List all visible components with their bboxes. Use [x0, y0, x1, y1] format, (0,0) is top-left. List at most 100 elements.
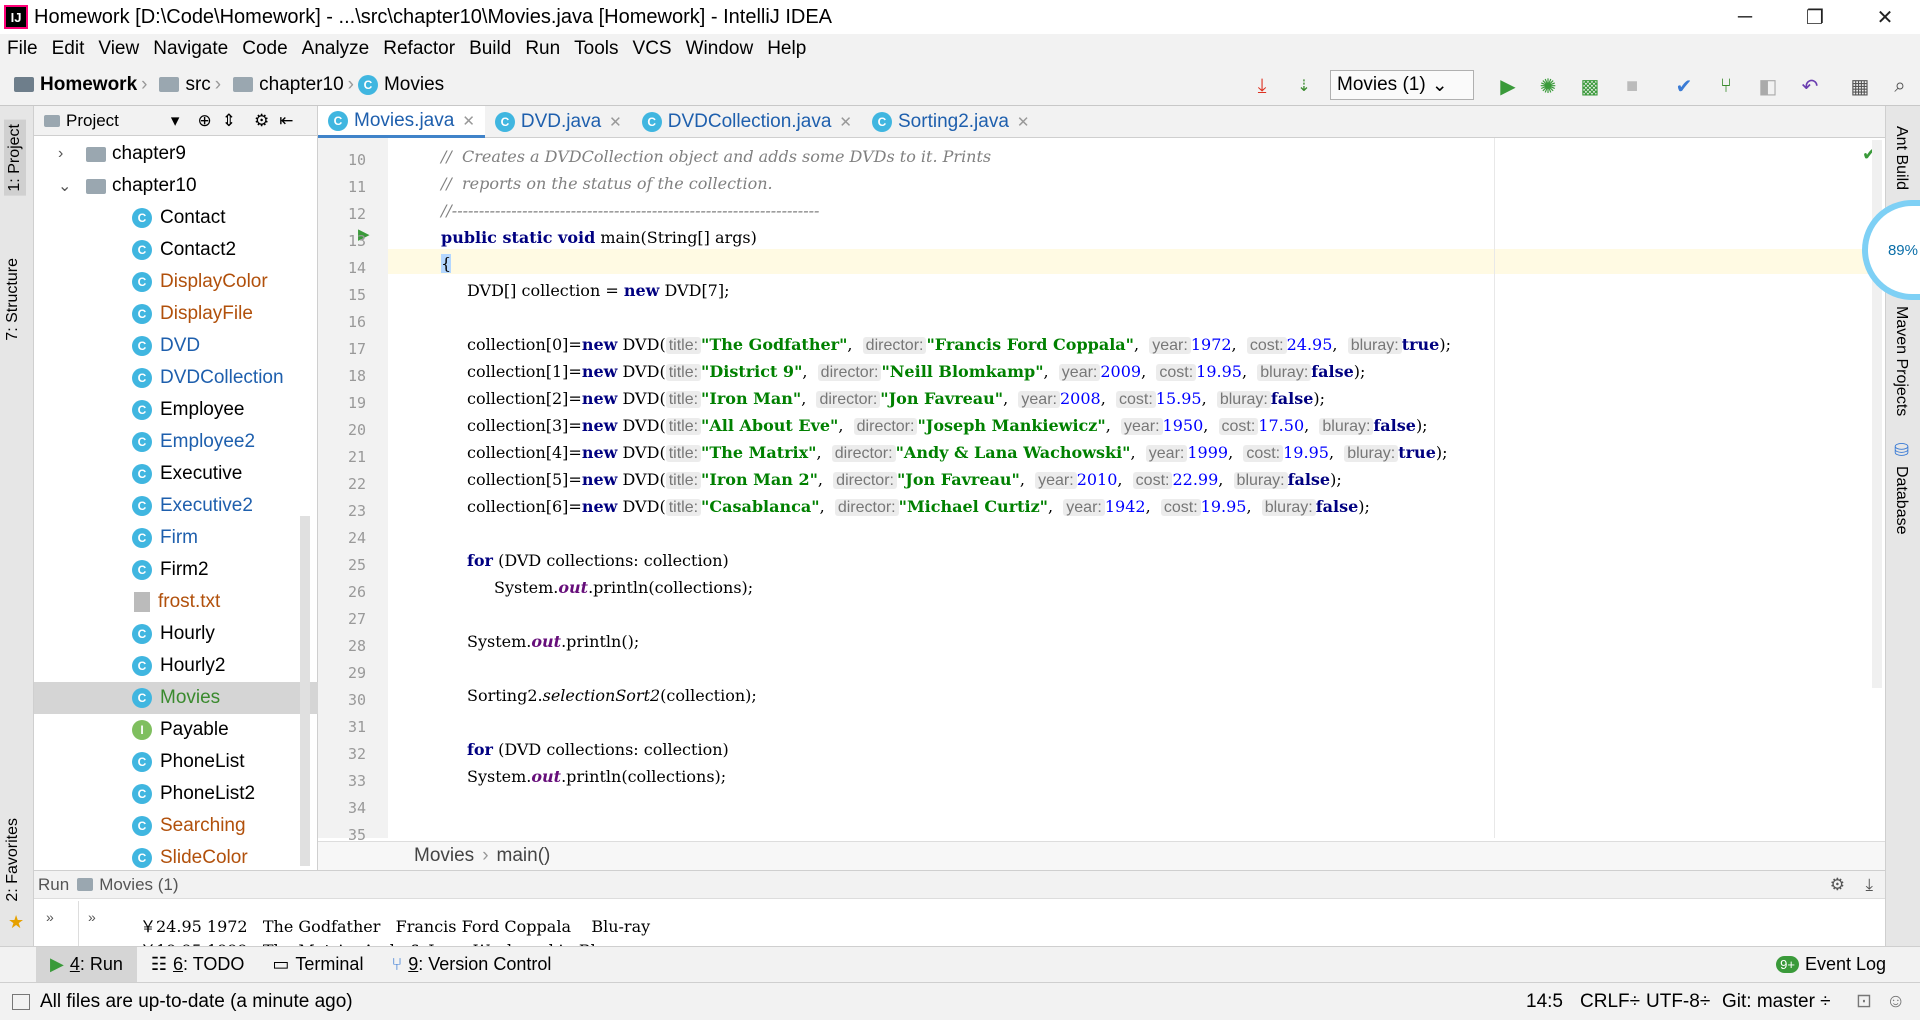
tree-folder-chapter9[interactable]: › chapter9: [34, 138, 318, 170]
tree-item[interactable]: C DVD: [34, 330, 318, 362]
tab-movies[interactable]: C Movies.java ✕: [318, 106, 485, 138]
run-config-select[interactable]: Movies (1) ⌄: [1330, 70, 1474, 100]
event-log[interactable]: 9+ Event Log: [1762, 947, 1900, 983]
menu-file[interactable]: File: [0, 38, 45, 60]
tree-item[interactable]: C PhoneList: [34, 746, 318, 778]
code-line[interactable]: System.out.println();: [467, 632, 639, 651]
line-separator[interactable]: CRLF÷: [1580, 991, 1640, 1013]
code-line[interactable]: collection[2]=new DVD(title: "Iron Man", …: [467, 389, 1325, 409]
project-structure-icon[interactable]: ▦: [1846, 72, 1874, 100]
stop-icon[interactable]: ■: [1618, 72, 1646, 100]
menu-navigate[interactable]: Navigate: [146, 38, 235, 60]
tree-item[interactable]: C DVDCollection: [34, 362, 318, 394]
menu-tools[interactable]: Tools: [567, 38, 625, 60]
tree-item[interactable]: C Employee2: [34, 426, 318, 458]
tree-item[interactable]: C DisplayFile: [34, 298, 318, 330]
toolwindow-run[interactable]: ▶ 4: Run: [36, 946, 137, 983]
menu-refactor[interactable]: Refactor: [376, 38, 462, 60]
project-view-label[interactable]: Project: [66, 111, 119, 131]
gear-icon[interactable]: ⚙: [1830, 875, 1845, 895]
tree-item[interactable]: C Searching: [34, 810, 318, 842]
code-line[interactable]: collection[6]=new DVD(title: "Casablanca"…: [467, 497, 1370, 517]
project-scrollbar[interactable]: [300, 516, 310, 866]
maven-tool-tab[interactable]: Maven Projects: [1892, 306, 1910, 416]
revert-icon[interactable]: ↶: [1796, 72, 1824, 100]
database-tool-tab[interactable]: Database: [1892, 466, 1910, 535]
menu-help[interactable]: Help: [760, 38, 813, 60]
file-encoding[interactable]: UTF-8÷: [1646, 991, 1710, 1013]
menu-vcs[interactable]: VCS: [626, 38, 679, 60]
menu-edit[interactable]: Edit: [45, 38, 92, 60]
menu-analyze[interactable]: Analyze: [295, 38, 377, 60]
breadcrumb-src[interactable]: src: [185, 74, 210, 96]
code-line[interactable]: for (DVD collections: collection): [467, 551, 729, 570]
close-icon[interactable]: ✕: [1850, 0, 1920, 34]
tree-item[interactable]: C PhoneList2: [34, 778, 318, 810]
vcs-history-icon[interactable]: ◧: [1754, 72, 1782, 100]
coverage-icon[interactable]: ▩: [1576, 72, 1604, 100]
project-tool-tab[interactable]: 1: Project: [4, 120, 26, 196]
code-line[interactable]: public static void main(String[] args): [441, 228, 757, 247]
menu-build[interactable]: Build: [462, 38, 518, 60]
favorites-tool-tab[interactable]: 2: Favorites: [4, 818, 22, 902]
hide-icon[interactable]: ⇤: [279, 111, 293, 131]
tree-item[interactable]: I Payable: [34, 714, 318, 746]
code-line[interactable]: collection[5]=new DVD(title: "Iron Man 2"…: [467, 470, 1342, 490]
toolwindow-terminal[interactable]: ▭ Terminal: [258, 947, 377, 983]
gear-icon[interactable]: ⚙: [254, 111, 269, 131]
code-line[interactable]: System.out.println(collections);: [494, 578, 753, 597]
locate-icon[interactable]: ⊕: [197, 111, 211, 131]
code-line[interactable]: //--------------------------------------…: [441, 201, 819, 220]
menu-run[interactable]: Run: [518, 38, 567, 60]
structure-tool-tab[interactable]: 7: Structure: [4, 258, 22, 341]
status-toggle-icon[interactable]: [12, 993, 30, 1010]
code-line[interactable]: collection[4]=new DVD(title: "The Matrix"…: [467, 443, 1448, 463]
close-icon[interactable]: ✕: [462, 112, 475, 130]
crumb-method[interactable]: main(): [497, 845, 551, 867]
tab-dvdcollection[interactable]: C DVDCollection.java ✕: [632, 106, 862, 138]
tree-item[interactable]: frost.txt: [34, 586, 318, 618]
tree-folder-chapter10[interactable]: ⌄ chapter10: [34, 170, 318, 202]
console-line[interactable]: ￥24.95 1972 The Godfather Francis Ford C…: [140, 913, 650, 937]
code-line[interactable]: // Creates a DVDCollection object and ad…: [441, 147, 991, 166]
git-branch[interactable]: Git: master ÷: [1722, 991, 1831, 1013]
breadcrumb-project[interactable]: Homework: [40, 74, 137, 96]
expand-icon[interactable]: »: [46, 909, 54, 925]
collapse-icon[interactable]: ⇕: [222, 111, 236, 131]
debug-icon[interactable]: ✺: [1534, 72, 1562, 100]
close-icon[interactable]: ✕: [609, 113, 622, 131]
menu-code[interactable]: Code: [235, 38, 294, 60]
expand-icon[interactable]: »: [88, 909, 96, 925]
chevron-down-icon[interactable]: ⌄: [58, 176, 71, 196]
code-line[interactable]: System.out.println(collections);: [467, 767, 726, 786]
restore-icon[interactable]: ❐: [1780, 0, 1850, 34]
code-line[interactable]: collection[0]=new DVD(title: "The Godfath…: [467, 335, 1451, 355]
tree-item[interactable]: C Employee: [34, 394, 318, 426]
caret-position[interactable]: 14:5: [1526, 991, 1563, 1013]
chevron-right-icon[interactable]: ›: [58, 145, 63, 163]
tree-item[interactable]: C Hourly2: [34, 650, 318, 682]
minimize-icon[interactable]: ─: [1710, 0, 1780, 34]
code-line[interactable]: Sorting2.selectionSort2(collection);: [467, 686, 757, 705]
search-icon[interactable]: ⌕: [1886, 72, 1914, 100]
code-line[interactable]: for (DVD collections: collection): [467, 740, 729, 759]
sort-icon[interactable]: ⇣: [1290, 72, 1318, 100]
crumb-class[interactable]: Movies: [414, 845, 474, 867]
run-icon[interactable]: ▶: [1494, 72, 1522, 100]
run-tab[interactable]: Movies (1): [99, 875, 178, 895]
breadcrumb-chapter10[interactable]: chapter10: [259, 74, 344, 96]
tab-sorting2[interactable]: C Sorting2.java ✕: [862, 106, 1039, 138]
toolwindow-vcs[interactable]: ⑂ 9: Version Control: [377, 947, 565, 983]
menu-view[interactable]: View: [91, 38, 146, 60]
download-icon[interactable]: ⤓: [1248, 72, 1276, 100]
tab-dvd[interactable]: C DVD.java ✕: [485, 106, 632, 138]
tree-item[interactable]: C Movies: [34, 682, 318, 714]
tree-item[interactable]: C DisplayColor: [34, 266, 318, 298]
menu-window[interactable]: Window: [679, 38, 761, 60]
vcs-update-icon[interactable]: ✔: [1670, 72, 1698, 100]
lock-icon[interactable]: ⊡: [1856, 990, 1872, 1013]
close-icon[interactable]: ✕: [839, 113, 852, 131]
tree-item[interactable]: C Contact2: [34, 234, 318, 266]
hide-icon[interactable]: ⤓: [1865, 875, 1873, 895]
code-line[interactable]: collection[1]=new DVD(title: "District 9"…: [467, 362, 1365, 382]
